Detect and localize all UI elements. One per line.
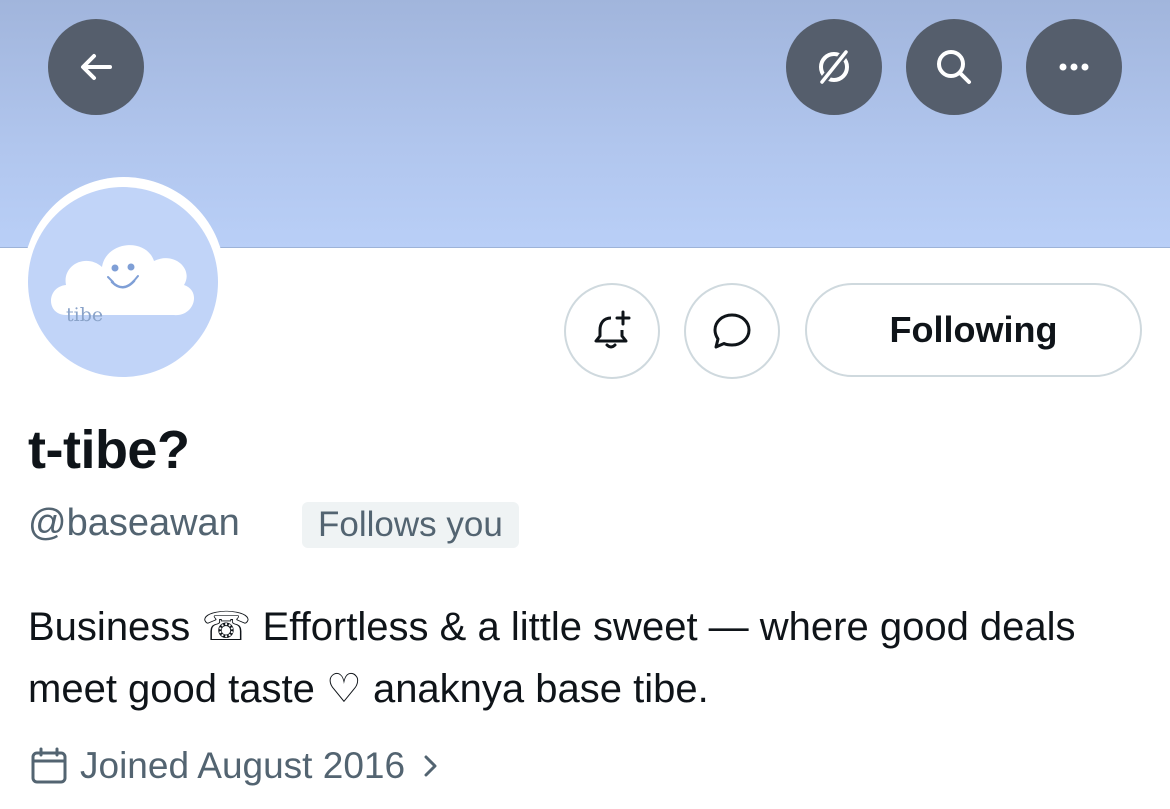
username-handle: @baseawan bbox=[28, 502, 240, 544]
message-button[interactable] bbox=[684, 283, 780, 379]
profile-bio: Business ☏ Effortless & a little sweet —… bbox=[28, 605, 1076, 711]
search-icon bbox=[937, 50, 971, 84]
cloud-logo: tibe bbox=[51, 245, 195, 326]
chevron-right-icon bbox=[424, 755, 437, 777]
display-name: t-tibe? bbox=[28, 420, 190, 480]
arrow-left-icon bbox=[81, 54, 112, 80]
joined-date-link[interactable]: Joined August 2016 bbox=[28, 740, 447, 792]
more-icon bbox=[1059, 63, 1089, 71]
chat-bubble-icon bbox=[713, 313, 751, 349]
search-button[interactable] bbox=[906, 19, 1002, 115]
svg-text:tibe: tibe bbox=[66, 304, 103, 326]
notifications-button[interactable] bbox=[564, 283, 660, 379]
joined-date-text: Joined August 2016 bbox=[80, 745, 406, 786]
avatar[interactable]: tibe bbox=[28, 187, 218, 377]
calendar-icon bbox=[31, 747, 67, 784]
back-button[interactable] bbox=[48, 19, 144, 115]
follows-you-badge: Follows you bbox=[302, 502, 519, 548]
more-button[interactable] bbox=[1026, 19, 1122, 115]
bell-plus-icon bbox=[594, 310, 631, 349]
following-button[interactable]: Following bbox=[805, 283, 1142, 377]
grok-icon bbox=[819, 49, 849, 85]
grok-button[interactable] bbox=[786, 19, 882, 115]
